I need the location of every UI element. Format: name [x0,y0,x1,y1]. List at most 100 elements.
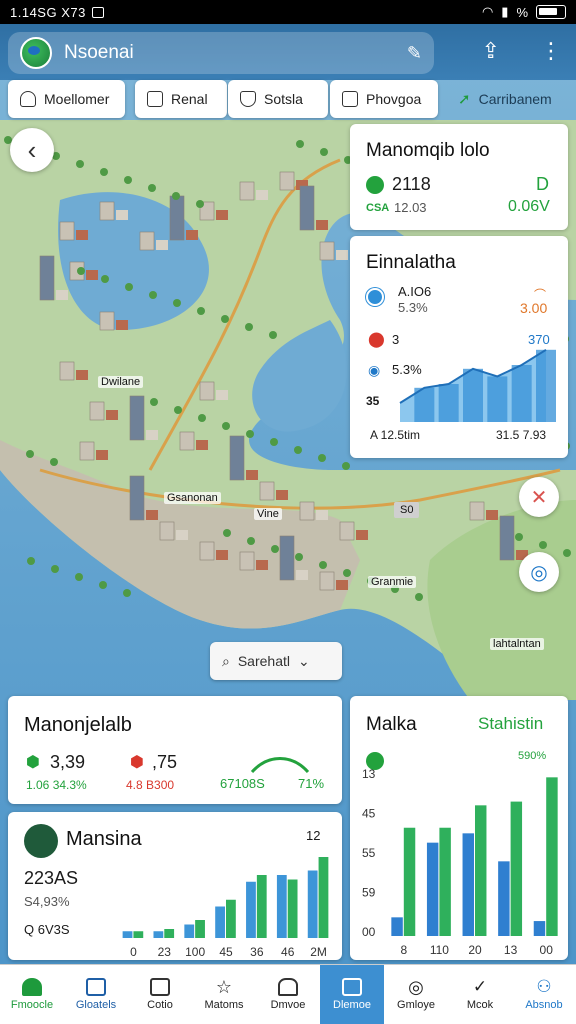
status-time: 1.14SG X73 [10,4,86,20]
map-building [239,551,255,571]
row2-right: 370 [528,332,550,347]
map-building [499,515,515,561]
target-icon: ◎ [530,561,548,584]
map-building [319,241,335,261]
summary-right-sub: 0.06V [508,198,550,215]
building-icon [342,978,362,996]
map-building [279,171,295,191]
check-circle-icon [366,176,384,194]
mansina-bar-chart: 0 23 100 45 36 46 2M [122,857,329,958]
chip-sotsla[interactable]: Sotsla [228,80,328,118]
map-building [486,510,498,520]
app-bar: Nsoenai ✎ ⇪ ⋮ [0,24,576,80]
stat1-sub: 1.06 34.3% [26,778,87,792]
nav-item-dmvoe[interactable]: Dmvoe [256,965,320,1024]
map-building [186,230,198,240]
map-building [59,221,75,241]
nav-item-gmloye[interactable]: ◎ Gmloye [384,965,448,1024]
checkbox-icon [342,91,358,107]
summary-sub: 12.03 [394,200,427,215]
bar [318,857,329,938]
bar [226,899,236,938]
map-tree [318,454,326,462]
stats-card[interactable]: Manonjelalb ⬢ 3,39 1.06 34.3% ⬢ ,75 4.8 … [8,696,342,804]
checkmark-icon: ✓ [472,977,488,996]
bar [533,921,546,936]
bar-chart-card[interactable]: Mansina 12 223AS S4,93% Q 6V3S 0 23 100 45 3… [8,812,342,960]
map-building [216,550,228,560]
chart-icon [150,978,170,996]
map-tree [539,541,547,549]
map-tree [320,148,328,156]
map-building [146,430,158,440]
nav-item-matoms[interactable]: ☆ Matoms [192,965,256,1024]
card-title: Manomqib lolo [366,140,490,161]
card-title: Einnalatha [366,252,456,273]
map-tree [296,140,304,148]
progress-arc [250,757,310,774]
bar [184,924,195,938]
x-tick-label: 13 [504,943,518,956]
more-menu-icon[interactable]: ⋮ [540,38,562,64]
map-tree [271,545,279,553]
share-icon[interactable]: ⇪ [482,38,500,64]
nav-item-dlemoe[interactable]: Dlemoe [320,965,384,1024]
map-tree [27,557,35,565]
map-label: Dwilane [98,376,144,388]
nav-item-mcok[interactable]: ✓ Mcok [448,965,512,1024]
locate-button[interactable]: ◎ [519,552,559,592]
bar [164,929,175,938]
chip-moellomer[interactable]: Moellomer [8,80,125,118]
status-bar: 1.14SG X73 ◠ ▮ % [0,0,576,24]
map-tree [101,275,109,283]
nav-item-absnob[interactable]: ⚇ Absnob [512,965,576,1024]
bar [256,875,267,938]
map-building [256,560,268,570]
edit-icon[interactable]: ✎ [407,43,422,64]
map-building [169,195,185,241]
map-building [319,571,335,591]
map-building [76,230,88,240]
map-tree [270,438,278,446]
bar [510,801,523,936]
bar [153,931,164,938]
map-building [86,270,98,280]
nav-item-cotio[interactable]: Cotio [128,965,192,1024]
map-building [239,181,255,201]
y-tick-label: 00 [362,925,376,939]
bar [439,827,451,936]
chip-label: Sotsla [264,91,303,107]
house-icon [278,978,298,996]
map-building [336,580,348,590]
summary-card[interactable]: Manomqib lolo 2118 D CSA 12.03 0.06V [350,124,568,230]
mansina-sub: S4,93% [24,894,70,909]
chip-carribanem[interactable]: ➚ Carribanem [446,80,570,118]
chip-phovgoa[interactable]: Phovgoa [330,80,438,118]
map-building [246,470,258,480]
map-tree [515,533,523,541]
close-route-button[interactable]: ✕ [519,477,559,517]
map-marker-label[interactable]: S0 [394,502,420,518]
back-button[interactable]: ‹ [10,128,54,172]
chip-renal[interactable]: Renal [135,80,227,118]
nav-label: Cotio [147,999,173,1011]
summary-tag: CSA [366,202,390,214]
map-building [179,431,195,451]
chevron-down-icon: ⌄ [298,652,310,669]
search-area-button[interactable]: ⌕ Sarehatl ⌄ [210,642,342,680]
title-search-bar[interactable]: Nsoenai ✎ [8,32,434,74]
map-building [129,475,145,521]
map-tree [196,200,204,208]
nav-item-gloatels[interactable]: Gloatels [64,965,128,1024]
battery-icon [536,5,566,19]
map-tree [125,283,133,291]
map-building [256,190,268,200]
x-tick-label: 110 [430,943,449,956]
nav-item-fmoocle[interactable]: Fmoocle [0,965,64,1024]
map-building [296,570,308,580]
statistics-card[interactable]: Malka Stahistin 590% 13 45 55 59 00 8 110 20 13 0… [350,696,568,960]
trend-card[interactable]: Einnalatha A.IO6 5.3% ⌒ 3.00 ⬤ 3 370 ◉ 5… [350,236,568,458]
map-building [299,501,315,521]
map-building [39,255,55,301]
close-icon: ✕ [530,486,548,509]
